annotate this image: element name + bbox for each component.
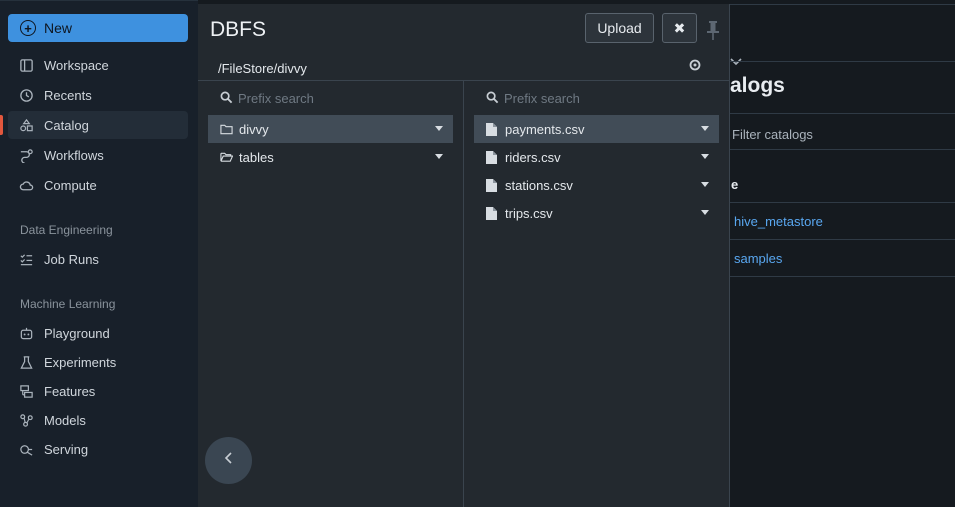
column-divider bbox=[463, 81, 464, 507]
pin-icon[interactable] bbox=[705, 20, 721, 40]
cloud-icon bbox=[18, 177, 34, 193]
list-check-icon bbox=[18, 251, 34, 267]
sidebar-item-label: Serving bbox=[44, 441, 89, 457]
caret-down-icon[interactable] bbox=[701, 126, 709, 131]
file-row-stations[interactable]: stations.csv bbox=[474, 171, 719, 199]
search-icon bbox=[486, 91, 500, 105]
divider bbox=[730, 202, 955, 203]
sidebar-item-label: Features bbox=[44, 383, 96, 399]
settings-icon[interactable] bbox=[689, 58, 701, 71]
current-path: /FileStore/divvy bbox=[218, 61, 307, 76]
clock-icon bbox=[18, 87, 34, 103]
sidebar-item-label: Playground bbox=[44, 325, 110, 341]
file-row-payments[interactable]: payments.csv bbox=[474, 115, 719, 143]
sidebar-item-serving[interactable]: Serving bbox=[8, 435, 188, 463]
catalog-link-hive-metastore[interactable]: hive_metastore bbox=[734, 214, 823, 229]
sidebar-item-label: Experiments bbox=[44, 354, 117, 370]
sidebar: + New Workspace Recents Catalog Workflow… bbox=[0, 0, 198, 507]
flask-icon bbox=[18, 354, 34, 370]
caret-down-icon[interactable] bbox=[701, 182, 709, 187]
section-label-data-engineering: Data Engineering bbox=[20, 223, 113, 237]
table-column-header: e bbox=[731, 177, 739, 192]
workspace-icon bbox=[18, 57, 34, 73]
caret-down-icon[interactable] bbox=[435, 126, 443, 131]
divider bbox=[730, 61, 955, 62]
file-icon bbox=[486, 122, 500, 136]
upload-button[interactable]: Upload bbox=[585, 13, 654, 43]
caret-down-icon[interactable] bbox=[701, 210, 709, 215]
divider bbox=[730, 149, 955, 150]
file-row-trips[interactable]: trips.csv bbox=[474, 199, 719, 227]
folder-name: tables bbox=[239, 149, 274, 165]
sidebar-item-workspace[interactable]: Workspace bbox=[8, 51, 188, 79]
left-prefix-search[interactable]: Prefix search bbox=[220, 87, 314, 109]
panel-title: DBFS bbox=[210, 18, 267, 41]
folder-row-divvy[interactable]: divvy bbox=[208, 115, 453, 143]
section-label-machine-learning: Machine Learning bbox=[20, 297, 116, 311]
sidebar-item-label: Workspace bbox=[44, 57, 109, 73]
sidebar-item-models[interactable]: Models bbox=[8, 406, 188, 434]
file-icon bbox=[486, 178, 500, 192]
file-row-riders[interactable]: riders.csv bbox=[474, 143, 719, 171]
sidebar-item-workflows[interactable]: Workflows bbox=[8, 141, 188, 169]
sidebar-item-label: Job Runs bbox=[44, 251, 99, 267]
search-placeholder: Prefix search bbox=[504, 90, 580, 106]
file-name: riders.csv bbox=[505, 149, 561, 165]
sidebar-item-label: Models bbox=[44, 412, 86, 428]
sidebar-item-playground[interactable]: Playground bbox=[8, 319, 188, 347]
serving-icon bbox=[18, 441, 34, 457]
sidebar-item-label: Recents bbox=[44, 87, 92, 103]
chevron-down-icon[interactable] bbox=[730, 56, 742, 70]
caret-down-icon[interactable] bbox=[435, 154, 443, 159]
sidebar-item-job-runs[interactable]: Job Runs bbox=[8, 245, 188, 273]
catalogs-page-title: alogs bbox=[730, 74, 785, 97]
chevron-left-icon bbox=[224, 451, 234, 470]
sidebar-item-catalog[interactable]: Catalog bbox=[0, 111, 188, 139]
file-icon bbox=[486, 150, 500, 164]
file-name: stations.csv bbox=[505, 177, 573, 193]
folder-name: divvy bbox=[239, 121, 269, 137]
divider bbox=[730, 113, 955, 114]
sidebar-item-compute[interactable]: Compute bbox=[8, 171, 188, 199]
divider bbox=[198, 80, 730, 81]
folder-icon bbox=[220, 122, 234, 136]
file-name: trips.csv bbox=[505, 205, 553, 221]
back-button[interactable] bbox=[205, 437, 252, 484]
new-button-label: New bbox=[44, 20, 73, 36]
workflows-icon bbox=[18, 147, 34, 163]
plus-circle-icon: + bbox=[20, 20, 36, 36]
features-icon bbox=[18, 383, 34, 399]
search-icon bbox=[220, 91, 234, 105]
sidebar-item-label: Catalog bbox=[44, 117, 89, 133]
folder-open-icon bbox=[220, 150, 234, 164]
robot-icon bbox=[18, 325, 34, 341]
divider bbox=[730, 4, 955, 5]
catalog-icon bbox=[18, 117, 34, 133]
right-prefix-search[interactable]: Prefix search bbox=[486, 87, 580, 109]
caret-down-icon[interactable] bbox=[701, 154, 709, 159]
sidebar-item-label: Compute bbox=[44, 177, 97, 193]
close-button[interactable]: ✖ bbox=[662, 13, 697, 43]
sidebar-item-recents[interactable]: Recents bbox=[8, 81, 188, 109]
models-icon bbox=[18, 412, 34, 428]
divider bbox=[730, 276, 955, 277]
catalog-link-samples[interactable]: samples bbox=[734, 251, 782, 266]
sidebar-item-label: Workflows bbox=[44, 147, 104, 163]
folder-row-tables[interactable]: tables bbox=[208, 143, 453, 171]
sidebar-item-experiments[interactable]: Experiments bbox=[8, 348, 188, 376]
sidebar-item-features[interactable]: Features bbox=[8, 377, 188, 405]
filter-catalogs-input[interactable]: Filter catalogs bbox=[732, 127, 813, 142]
search-placeholder: Prefix search bbox=[238, 90, 314, 106]
file-icon bbox=[486, 206, 500, 220]
file-name: payments.csv bbox=[505, 121, 585, 137]
divider bbox=[730, 239, 955, 240]
new-button[interactable]: + New bbox=[8, 14, 188, 42]
dbfs-panel: DBFS Upload ✖ /FileStore/divvy Prefix se… bbox=[198, 4, 730, 507]
